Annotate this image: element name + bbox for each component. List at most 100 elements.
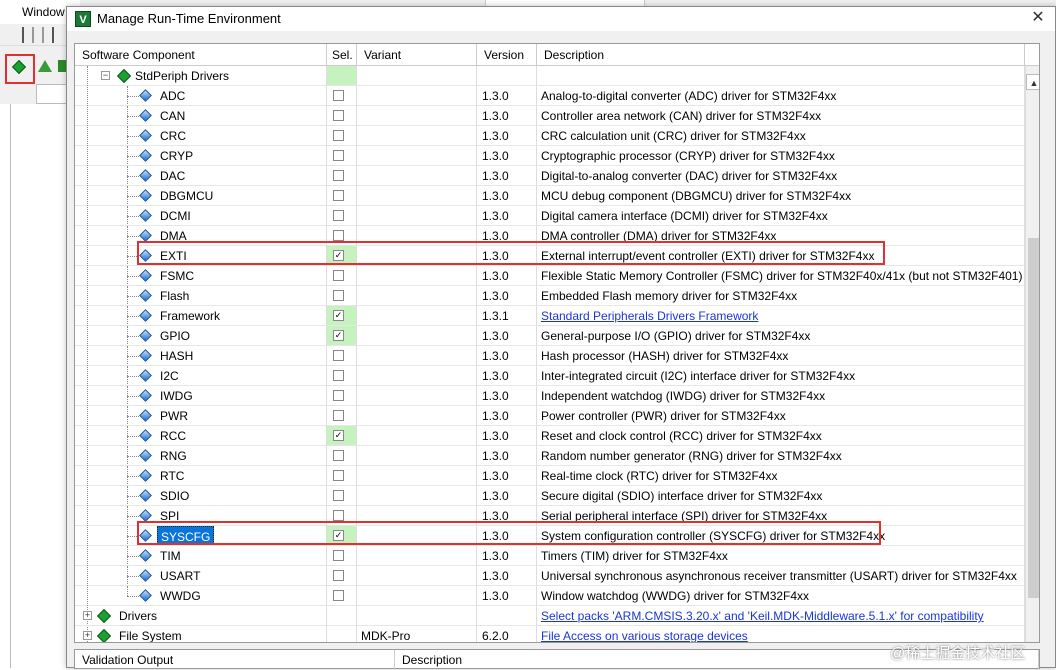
vertical-scrollbar[interactable]: ▲ (1025, 66, 1039, 642)
component-variant-cell[interactable] (357, 546, 477, 566)
component-checkbox[interactable] (333, 570, 344, 581)
component-variant-cell[interactable] (357, 466, 477, 486)
component-checkbox[interactable] (333, 170, 344, 181)
component-row-fsmc[interactable]: FSMC 1.3.0 Flexible Static Memory Controll… (75, 266, 1039, 286)
component-checkbox[interactable] (333, 350, 344, 361)
component-checkbox[interactable]: ✓ (333, 430, 344, 441)
component-checkbox[interactable] (333, 370, 344, 381)
options-icon[interactable] (38, 60, 52, 72)
component-row-rng[interactable]: RNG 1.3.0 Random number generator (RNG) dr… (75, 446, 1039, 466)
component-row-framework[interactable]: Framework ✓ 1.3.1 Standard Peripherals Driv… (75, 306, 1039, 326)
group-gem-icon (116, 68, 132, 84)
component-checkbox[interactable] (333, 410, 344, 421)
component-checkbox[interactable]: ✓ (333, 310, 344, 321)
component-row-i2c[interactable]: I2C 1.3.0 Inter-integrated circuit (I2C) i… (75, 366, 1039, 386)
component-row-pwr[interactable]: PWR 1.3.0 Power controller (PWR) driver fo… (75, 406, 1039, 426)
component-row-usart[interactable]: USART 1.3.0 Universal synchronous asynchro… (75, 566, 1039, 586)
dialog-titlebar[interactable]: V Manage Run-Time Environment ✕ (67, 7, 1055, 31)
tail-row-drivers[interactable]: + Drivers Select packs 'ARM.CMSIS.3.20.x' … (75, 606, 1039, 626)
component-checkbox[interactable] (333, 470, 344, 481)
component-checkbox[interactable] (333, 110, 344, 121)
component-checkbox[interactable] (333, 490, 344, 501)
component-variant-cell[interactable] (357, 326, 477, 346)
expand-icon[interactable]: + (83, 631, 92, 640)
component-row-tim[interactable]: TIM 1.3.0 Timers (TIM) driver for STM32F4x… (75, 546, 1039, 566)
group-row-stdperiph[interactable]: − StdPeriph Drivers (75, 66, 1039, 86)
component-variant-cell[interactable] (357, 366, 477, 386)
component-variant-cell[interactable] (357, 386, 477, 406)
col-header-version[interactable]: Version (477, 44, 537, 66)
col-header-variant[interactable]: Variant (357, 44, 477, 66)
component-variant-cell[interactable] (357, 346, 477, 366)
component-row-can[interactable]: CAN 1.3.0 Controller area network (CAN) dr… (75, 106, 1039, 126)
component-row-dac[interactable]: DAC 1.3.0 Digital-to-analog converter (DAC… (75, 166, 1039, 186)
component-row-cryp[interactable]: CRYP 1.3.0 Cryptographic processor (CRYP) … (75, 146, 1039, 166)
component-variant-cell[interactable] (357, 86, 477, 106)
component-row-gpio[interactable]: GPIO ✓ 1.3.0 General-purpose I/O (GPIO) dri… (75, 326, 1039, 346)
component-variant-cell[interactable] (357, 306, 477, 326)
component-variant-cell[interactable] (357, 266, 477, 286)
component-description: Analog-to-digital converter (ADC) driver… (537, 86, 1025, 106)
component-checkbox[interactable] (333, 190, 344, 201)
component-checkbox[interactable] (333, 130, 344, 141)
validation-output-header[interactable]: Validation Output (75, 650, 395, 670)
component-row-flash[interactable]: Flash 1.3.0 Embedded Flash memory driver f… (75, 286, 1039, 306)
component-variant-cell[interactable] (357, 446, 477, 466)
component-row-iwdg[interactable]: IWDG 1.3.0 Independent watchdog (IWDG) dri… (75, 386, 1039, 406)
expand-icon[interactable]: + (83, 611, 92, 620)
component-description: Inter-integrated circuit (I2C) interface… (537, 366, 1025, 386)
component-row-crc[interactable]: CRC 1.3.0 CRC calculation unit (CRC) drive… (75, 126, 1039, 146)
component-checkbox[interactable] (333, 290, 344, 301)
component-row-adc[interactable]: ADC 1.3.0 Analog-to-digital converter (ADC… (75, 86, 1039, 106)
component-variant-cell[interactable] (357, 106, 477, 126)
scroll-up-icon[interactable]: ▲ (1026, 74, 1039, 90)
component-variant-cell[interactable] (357, 486, 477, 506)
tail-description[interactable]: File Access on various storage devices (537, 626, 1025, 642)
component-variant-cell[interactable] (357, 126, 477, 146)
component-variant-cell[interactable] (357, 406, 477, 426)
component-variant-cell[interactable] (357, 286, 477, 306)
component-row-hash[interactable]: HASH 1.3.0 Hash processor (HASH) driver fo… (75, 346, 1039, 366)
component-row-dcmi[interactable]: DCMI 1.3.0 Digital camera interface (DCMI)… (75, 206, 1039, 226)
close-button[interactable]: ✕ (1021, 7, 1055, 31)
component-variant-cell[interactable] (357, 426, 477, 446)
component-checkbox[interactable] (333, 510, 344, 521)
component-checkbox[interactable] (333, 390, 344, 401)
component-checkbox[interactable] (333, 210, 344, 221)
component-checkbox[interactable] (333, 590, 344, 601)
component-checkbox[interactable] (333, 450, 344, 461)
component-row-dbgmcu[interactable]: DBGMCU 1.3.0 MCU debug component (DBGMCU) … (75, 186, 1039, 206)
collapse-icon[interactable]: − (101, 71, 110, 80)
col-header-description[interactable]: Description (537, 44, 1025, 66)
tail-row-file-system[interactable]: + File System MDK-Pro 6.2.0 File Access on v… (75, 626, 1039, 642)
component-description[interactable]: Standard Peripherals Drivers Framework (537, 306, 1025, 326)
component-name: DBGMCU (160, 189, 214, 203)
component-checkbox[interactable] (333, 150, 344, 161)
component-variant-cell[interactable] (357, 166, 477, 186)
component-variant-cell[interactable] (357, 186, 477, 206)
tail-variant[interactable]: MDK-Pro (357, 626, 477, 642)
grid-header: Software Component Sel. Variant Version … (75, 44, 1039, 66)
component-variant-cell[interactable] (357, 206, 477, 226)
component-checkbox[interactable] (333, 230, 344, 241)
scroll-thumb[interactable] (1028, 238, 1039, 598)
component-row-sdio[interactable]: SDIO 1.3.0 Secure digital (SDIO) interface… (75, 486, 1039, 506)
col-header-component[interactable]: Software Component (75, 44, 327, 66)
menu-window[interactable]: Window (22, 5, 65, 19)
component-checkbox[interactable] (333, 270, 344, 281)
component-row-wwdg[interactable]: WWDG 1.3.0 Window watchdog (WWDG) driver f… (75, 586, 1039, 606)
unindent-icon[interactable] (42, 27, 54, 43)
component-row-rcc[interactable]: RCC ✓ 1.3.0 Reset and clock control (RCC) d… (75, 426, 1039, 446)
tail-variant[interactable] (357, 606, 477, 626)
component-variant-cell[interactable] (357, 146, 477, 166)
component-name-cell: CAN (75, 106, 327, 126)
component-checkbox[interactable]: ✓ (333, 330, 344, 341)
col-header-sel[interactable]: Sel. (327, 44, 357, 66)
component-variant-cell[interactable] (357, 586, 477, 606)
component-checkbox[interactable] (333, 550, 344, 561)
tail-description[interactable]: Select packs 'ARM.CMSIS.3.20.x' and 'Kei… (537, 606, 1025, 626)
component-checkbox[interactable] (333, 90, 344, 101)
component-row-rtc[interactable]: RTC 1.3.0 Real-time clock (RTC) driver for… (75, 466, 1039, 486)
indent-icon[interactable] (22, 27, 34, 43)
component-variant-cell[interactable] (357, 566, 477, 586)
